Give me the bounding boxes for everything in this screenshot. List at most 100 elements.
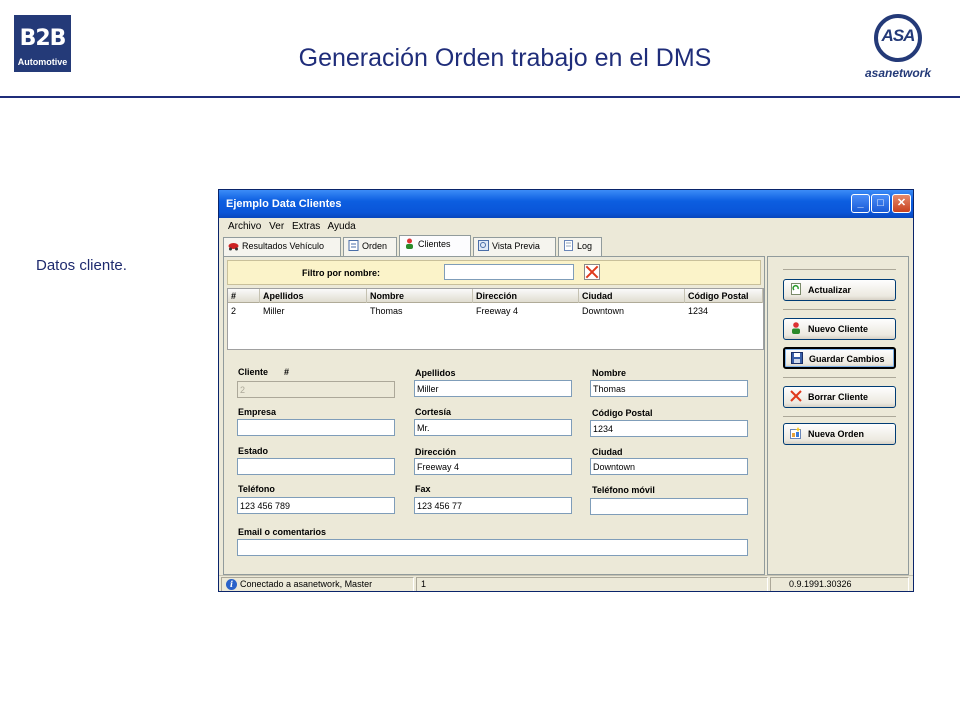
ciudad-field[interactable]: Downtown: [590, 458, 748, 475]
table-cell: Downtown: [582, 306, 625, 316]
telefono-field[interactable]: 123 456 789: [237, 497, 395, 514]
tab-label: Orden: [362, 241, 388, 251]
logo-asa-mark: ASA: [881, 26, 916, 45]
actualizar-button[interactable]: Actualizar: [783, 279, 896, 301]
delete-icon: [790, 389, 802, 402]
status-version: 0.9.1991.30326: [770, 577, 909, 591]
telefono-movil-field[interactable]: [590, 498, 748, 515]
menu-archivo[interactable]: Archivo: [228, 221, 261, 232]
column-header[interactable]: #: [228, 289, 260, 303]
tab-clientes[interactable]: Clientes: [399, 235, 471, 257]
direccion-label: Dirección: [415, 447, 457, 457]
fax-field[interactable]: 123 456 77: [414, 497, 572, 514]
actualizar-label: Actualizar: [808, 285, 852, 295]
empresa-label: Empresa: [238, 407, 277, 417]
status-count: 1: [416, 577, 768, 591]
menu-ayuda[interactable]: Ayuda: [328, 221, 356, 232]
menu-ver[interactable]: Ver: [269, 221, 284, 232]
nombre-field[interactable]: Thomas: [590, 380, 748, 397]
app-window: Ejemplo Data Clientes _ □ ✕ Archivo Ver …: [218, 189, 914, 592]
tab-label: Log: [577, 241, 593, 251]
new-order-icon: [790, 426, 802, 439]
table-row[interactable]: 2 Miller Thomas Freeway 4 Downtown 1234: [228, 304, 763, 318]
filter-bar: Filtro por nombre:: [227, 260, 761, 285]
header-divider: [0, 96, 960, 98]
tab-resultados-vehiculo[interactable]: Resultados Vehículo: [223, 237, 341, 256]
client-icon: [790, 321, 802, 334]
menu-extras[interactable]: Extras: [292, 221, 320, 232]
clients-table: # Apellidos Nombre Dirección Ciudad Códi…: [227, 288, 764, 350]
side-label: Datos cliente.: [36, 257, 127, 274]
guardar-cambios-label: Guardar Cambios: [809, 354, 885, 364]
table-cell: Freeway 4: [476, 306, 519, 316]
cortesia-label: Cortesía: [415, 407, 452, 417]
window-titlebar[interactable]: Ejemplo Data Clientes _ □ ✕: [219, 190, 913, 218]
client-icon: [404, 238, 415, 249]
minimize-icon[interactable]: _: [851, 194, 870, 213]
column-header[interactable]: Apellidos: [260, 289, 367, 303]
apellidos-field[interactable]: Miller: [414, 380, 572, 397]
column-header[interactable]: Dirección: [473, 289, 579, 303]
guardar-cambios-button[interactable]: Guardar Cambios: [783, 347, 896, 369]
actions-panel: Actualizar Nuevo Cliente Guardar Cambios…: [767, 256, 909, 575]
tab-orden[interactable]: Orden: [343, 237, 397, 256]
codigo-postal-field[interactable]: 1234: [590, 420, 748, 437]
separator: [783, 269, 896, 270]
borrar-cliente-label: Borrar Cliente: [808, 392, 869, 402]
direccion-field[interactable]: Freeway 4: [414, 458, 572, 475]
tab-label: Resultados Vehículo: [242, 241, 325, 251]
apellidos-label: Apellidos: [415, 368, 456, 378]
codigo-postal-label: Código Postal: [592, 408, 653, 418]
log-icon: [563, 240, 574, 251]
column-header[interactable]: Código Postal: [685, 289, 763, 303]
clear-icon: [585, 265, 599, 279]
save-icon: [791, 351, 803, 364]
empresa-field[interactable]: [237, 419, 395, 436]
email-label: Email o comentarios: [238, 527, 327, 537]
slide-title: Generación Orden trabajo en el DMS: [298, 44, 712, 72]
table-cell: Thomas: [370, 306, 403, 316]
nuevo-cliente-button[interactable]: Nuevo Cliente: [783, 318, 896, 340]
table-header: # Apellidos Nombre Dirección Ciudad Códi…: [228, 289, 763, 303]
cortesia-field[interactable]: Mr.: [414, 419, 572, 436]
nueva-orden-button[interactable]: Nueva Orden: [783, 423, 896, 445]
separator: [783, 377, 896, 378]
cliente-hash-label: #: [284, 367, 290, 377]
filter-input[interactable]: [444, 264, 574, 280]
filter-label: Filtro por nombre:: [302, 268, 380, 278]
car-icon: [228, 240, 239, 251]
asanetwork-logo: ASA asanetwork: [852, 12, 944, 82]
tab-label: Clientes: [418, 239, 451, 249]
tab-vista-previa[interactable]: Vista Previa: [473, 237, 556, 256]
refresh-icon: [790, 282, 802, 295]
separator: [783, 416, 896, 417]
cliente-label: Cliente: [238, 367, 269, 377]
column-header[interactable]: Nombre: [367, 289, 473, 303]
column-header[interactable]: Ciudad: [579, 289, 685, 303]
estado-field[interactable]: [237, 458, 395, 475]
clientes-panel: Filtro por nombre: # Apellidos Nombre Di…: [223, 256, 765, 575]
status-bar: i Conectado a asanetwork, Master 1 0.9.19…: [219, 575, 913, 591]
nombre-label: Nombre: [592, 368, 627, 378]
clear-filter-button[interactable]: [584, 264, 600, 280]
telefono-movil-label: Teléfono móvil: [592, 485, 655, 495]
nuevo-cliente-label: Nuevo Cliente: [808, 324, 869, 334]
nueva-orden-label: Nueva Orden: [808, 429, 865, 439]
telefono-label: Teléfono: [238, 484, 275, 494]
borrar-cliente-button[interactable]: Borrar Cliente: [783, 386, 896, 408]
cliente-field: 2: [237, 381, 395, 398]
fax-label: Fax: [415, 484, 431, 494]
close-icon[interactable]: ✕: [892, 194, 911, 213]
ciudad-label: Ciudad: [592, 447, 623, 457]
maximize-icon[interactable]: □: [871, 194, 890, 213]
status-message: i Conectado a asanetwork, Master: [221, 577, 414, 591]
info-icon: i: [226, 579, 237, 590]
window-title: Ejemplo Data Clientes: [226, 198, 342, 210]
email-field[interactable]: [237, 539, 748, 556]
preview-icon: [478, 240, 489, 251]
status-text: Conectado a asanetwork, Master: [240, 579, 373, 589]
logo-asanetwork-text: asanetwork: [864, 66, 932, 80]
table-cell: 1234: [688, 306, 709, 316]
tab-log[interactable]: Log: [558, 237, 602, 256]
table-cell: 2: [231, 306, 237, 316]
